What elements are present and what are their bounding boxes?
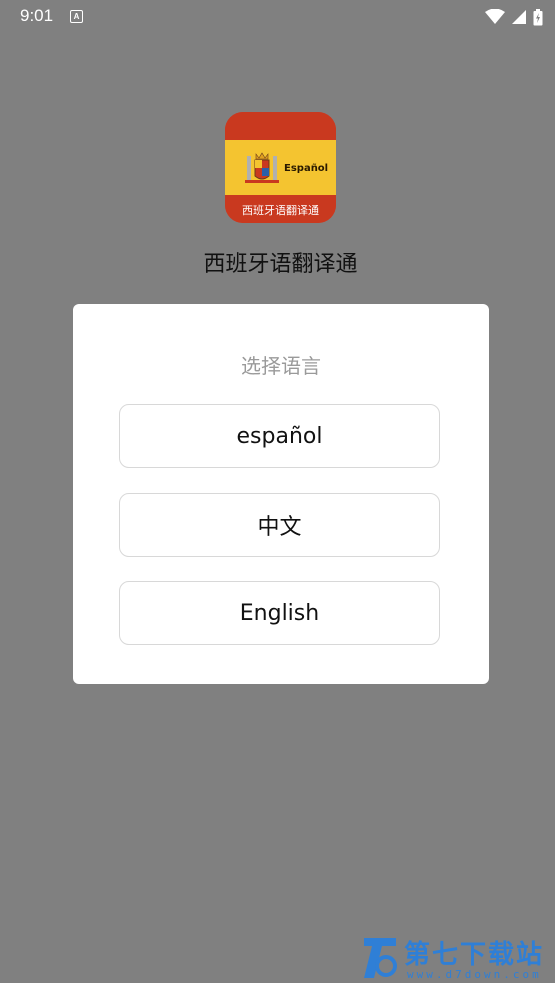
language-option-english[interactable]: English xyxy=(119,581,440,645)
status-icons xyxy=(485,8,543,26)
flag-stripe-top xyxy=(225,112,336,140)
status-bar: 9:01 A xyxy=(0,0,555,34)
status-time: 9:01 xyxy=(20,6,54,25)
wifi-icon xyxy=(485,9,505,24)
dialog-title: 选择语言 xyxy=(241,354,321,378)
language-option-chinese[interactable]: 中文 xyxy=(119,493,440,557)
language-option-spanish[interactable]: español xyxy=(119,404,440,468)
logo-word: Español xyxy=(284,163,329,174)
screen: 9:01 A Español 西班牙语翻译通 西班牙语翻译通 选择语言 espa… xyxy=(0,0,555,983)
watermark: 第七下载站 www.d7down.com xyxy=(360,934,555,983)
logo-subtitle: 西班牙语翻译通 xyxy=(242,204,319,217)
signal-icon xyxy=(512,10,526,24)
watermark-logo-icon xyxy=(364,938,397,978)
app-name: 西班牙语翻译通 xyxy=(203,252,358,277)
watermark-url: www.d7down.com xyxy=(407,968,542,981)
battery-charging-icon xyxy=(533,8,543,25)
watermark-text: 第七下载站 xyxy=(404,940,545,970)
language-dialog: 选择语言 español 中文 English xyxy=(73,304,489,684)
app-logo: Español 西班牙语翻译通 xyxy=(225,112,336,223)
coat-of-arms-icon xyxy=(245,152,279,183)
notification-icon: A xyxy=(70,10,83,23)
